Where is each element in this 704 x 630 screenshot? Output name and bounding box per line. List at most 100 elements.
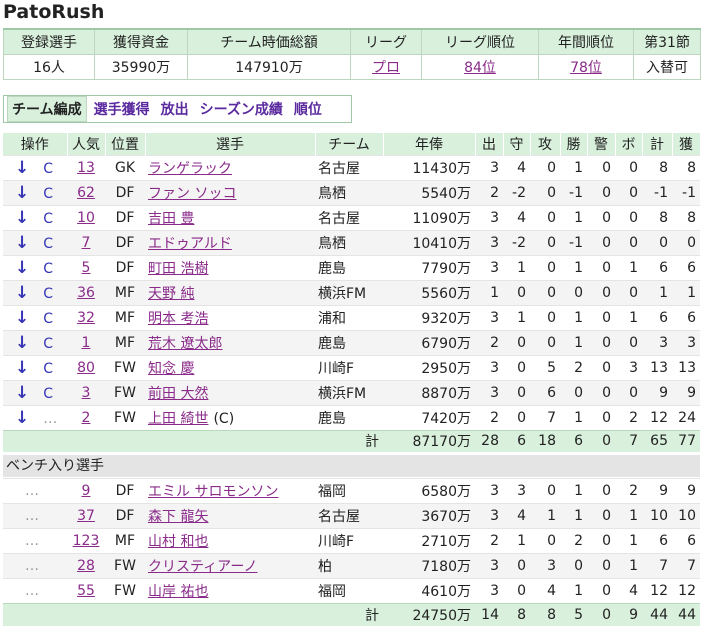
- popularity-cell: 10: [67, 204, 105, 230]
- move-to-bench-arrow-icon[interactable]: ↓: [15, 408, 29, 428]
- more-options-button[interactable]: …: [25, 483, 39, 499]
- player-name-link[interactable]: 町田 浩樹: [148, 261, 208, 277]
- player-name-link[interactable]: エミル サロモンソン: [148, 484, 278, 500]
- move-to-bench-arrow-icon[interactable]: ↓: [15, 358, 29, 378]
- position-cell: MF: [105, 329, 145, 355]
- set-captain-button[interactable]: C: [43, 161, 53, 177]
- operation-cell: ↓…: [3, 404, 67, 430]
- popularity-link[interactable]: 28: [77, 558, 95, 574]
- stat-cell: 1: [560, 254, 587, 280]
- popularity-link[interactable]: 2: [82, 410, 91, 426]
- team-cell: 鹿島: [315, 404, 383, 430]
- set-captain-button[interactable]: C: [43, 361, 53, 377]
- popularity-cell: 1: [67, 329, 105, 355]
- player-name-link[interactable]: 森下 龍矢: [148, 509, 208, 525]
- player-name-link[interactable]: 山村 和也: [148, 534, 208, 550]
- move-to-bench-arrow-icon[interactable]: ↓: [15, 233, 29, 253]
- player-name-link[interactable]: ランゲラック: [148, 161, 232, 177]
- player-name-link[interactable]: 明本 考浩: [148, 311, 208, 327]
- more-options-button[interactable]: …: [25, 583, 39, 599]
- popularity-cell: 32: [67, 304, 105, 330]
- more-options-button[interactable]: …: [25, 508, 39, 524]
- stat-cell: 1: [560, 578, 587, 604]
- operation-cell: ↓ C: [3, 379, 67, 405]
- set-captain-button[interactable]: C: [43, 261, 53, 277]
- popularity-link[interactable]: 37: [77, 508, 95, 524]
- set-captain-button[interactable]: C: [43, 336, 53, 352]
- league-link[interactable]: プロ: [372, 60, 400, 76]
- team-value: 147910万: [187, 53, 351, 80]
- player-name-link[interactable]: 荒木 遼太郎: [148, 336, 222, 352]
- set-captain-button[interactable]: C: [43, 186, 53, 202]
- popularity-link[interactable]: 1: [82, 335, 91, 351]
- player-name-cell: 荒木 遼太郎: [145, 329, 315, 355]
- popularity-cell: 7: [67, 229, 105, 255]
- player-name-link[interactable]: 前田 大然: [148, 386, 208, 402]
- more-options-button[interactable]: …: [25, 558, 39, 574]
- player-name-link[interactable]: 山岸 祐也: [148, 584, 208, 600]
- popularity-link[interactable]: 62: [77, 185, 95, 201]
- salary-cell: 8870万: [383, 379, 475, 405]
- stat-cell: 0: [587, 354, 615, 380]
- position-cell: MF: [105, 528, 145, 554]
- popularity-link[interactable]: 10: [77, 210, 95, 226]
- move-to-bench-arrow-icon[interactable]: ↓: [15, 258, 29, 278]
- stat-cell: 2: [475, 404, 503, 430]
- league-rank-link[interactable]: 84位: [464, 60, 496, 76]
- player-name-link[interactable]: 上田 綺世: [148, 411, 208, 427]
- move-to-bench-arrow-icon[interactable]: ↓: [15, 383, 29, 403]
- set-captain-button[interactable]: C: [43, 311, 53, 327]
- set-captain-button[interactable]: C: [43, 386, 53, 402]
- starter-player-row: ↓ C 1 MF 荒木 遼太郎 鹿島 6790万 2 0 0 1 0 0 3 3: [3, 329, 700, 355]
- tab-team-formation[interactable]: チーム編成: [7, 96, 87, 122]
- stat-cell: 3: [475, 478, 503, 504]
- popularity-link[interactable]: 3: [82, 385, 91, 401]
- move-to-bench-arrow-icon[interactable]: ↓: [15, 333, 29, 353]
- set-captain-button[interactable]: C: [43, 236, 53, 252]
- set-captain-button[interactable]: C: [43, 286, 53, 302]
- more-options-button[interactable]: …: [25, 533, 39, 549]
- popularity-link[interactable]: 13: [77, 160, 95, 176]
- player-name-link[interactable]: クリスティアーノ: [148, 559, 257, 575]
- move-to-bench-arrow-icon[interactable]: ↓: [15, 283, 29, 303]
- salary-cell: 7790万: [383, 254, 475, 280]
- total-stat-cell: 14: [475, 603, 503, 626]
- tab-standings[interactable]: 順位: [294, 99, 322, 119]
- player-name-cell: 前田 大然: [145, 379, 315, 405]
- popularity-link[interactable]: 80: [77, 360, 95, 376]
- team-cell: 福岡: [315, 478, 383, 504]
- total-stat-cell: 7: [615, 429, 642, 452]
- move-to-bench-arrow-icon[interactable]: ↓: [15, 158, 29, 178]
- player-name-cell: クリスティアーノ: [145, 553, 315, 579]
- popularity-cell: 55: [67, 578, 105, 604]
- tab-player-acquisition[interactable]: 選手獲得: [94, 99, 150, 119]
- move-to-bench-arrow-icon[interactable]: ↓: [15, 208, 29, 228]
- popularity-link[interactable]: 9: [82, 483, 91, 499]
- popularity-link[interactable]: 36: [77, 285, 95, 301]
- popularity-link[interactable]: 123: [73, 533, 100, 549]
- popularity-link[interactable]: 7: [82, 235, 91, 251]
- tab-release[interactable]: 放出: [161, 99, 189, 119]
- captain-more-button[interactable]: …: [43, 411, 57, 427]
- annual-rank-link[interactable]: 78位: [570, 60, 602, 76]
- column-header: 警: [587, 133, 616, 155]
- player-name-cell: 明本 考浩: [145, 304, 315, 330]
- set-captain-button[interactable]: C: [43, 211, 53, 227]
- player-name-link[interactable]: 知念 慶: [148, 361, 194, 377]
- popularity-cell: 36: [67, 279, 105, 305]
- tab-season-results[interactable]: シーズン成績: [200, 99, 283, 119]
- move-to-bench-arrow-icon[interactable]: ↓: [15, 308, 29, 328]
- move-to-bench-arrow-icon[interactable]: ↓: [15, 183, 29, 203]
- stat-cell: 0: [615, 229, 642, 255]
- popularity-link[interactable]: 5: [82, 260, 91, 276]
- salary-cell: 5560万: [383, 279, 475, 305]
- stat-cell: 8: [642, 204, 672, 230]
- stat-cell: 0: [530, 154, 560, 180]
- popularity-link[interactable]: 32: [77, 310, 95, 326]
- player-name-link[interactable]: エドゥアルド: [148, 236, 232, 252]
- popularity-link[interactable]: 55: [77, 583, 95, 599]
- player-name-link[interactable]: ファン ソッコ: [148, 186, 236, 202]
- player-name-link[interactable]: 吉田 豊: [148, 211, 194, 227]
- player-name-link[interactable]: 天野 純: [148, 286, 194, 302]
- stat-cell: -2: [503, 179, 530, 205]
